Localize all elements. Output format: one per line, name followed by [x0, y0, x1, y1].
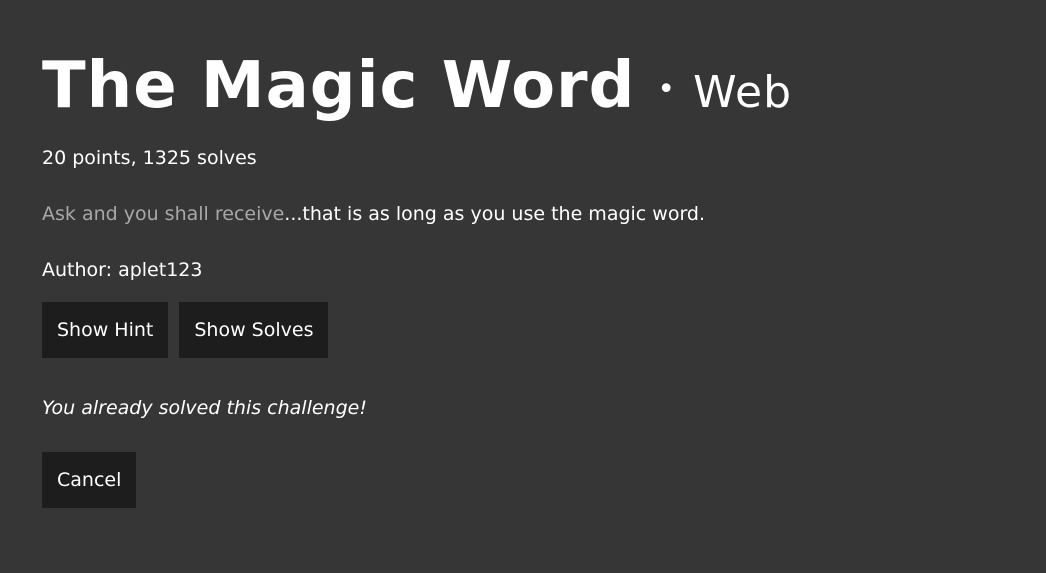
cancel-button[interactable]: Cancel	[42, 452, 137, 508]
title-separator: •	[657, 72, 676, 107]
challenge-points-solves: 20 points, 1325 solves	[42, 147, 257, 169]
challenge-actions: Show Hint Show Solves	[42, 302, 1004, 358]
challenge-modal: The Magic Word • Web 20 points, 1325 sol…	[0, 0, 1046, 573]
challenge-category: Web	[693, 67, 793, 118]
challenge-header: The Magic Word • Web	[42, 54, 1004, 130]
description-rest-text: ...that is as long as you use the magic …	[284, 203, 706, 225]
show-solves-button[interactable]: Show Solves	[179, 302, 329, 358]
challenge-title: The Magic Word	[42, 49, 636, 123]
description-dim-text: Ask and you shall receive	[42, 203, 285, 225]
challenge-author: Author: aplet123	[42, 259, 203, 281]
show-hint-button[interactable]: Show Hint	[42, 302, 169, 358]
challenge-description: Ask and you shall receive...that is as l…	[42, 202, 1004, 226]
cancel-row: Cancel	[42, 452, 1004, 508]
solved-message: You already solved this challenge!	[42, 397, 367, 419]
